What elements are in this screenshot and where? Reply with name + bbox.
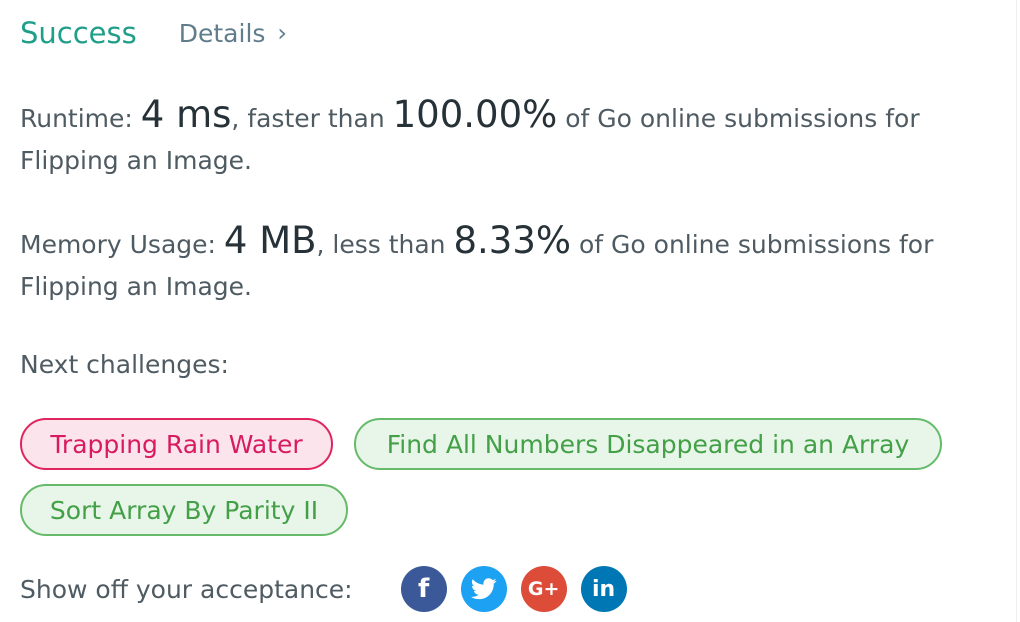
details-label: Details bbox=[178, 18, 266, 48]
linkedin-icon[interactable]: in bbox=[580, 566, 627, 612]
challenge-tag-trapping-rain-water[interactable]: Trapping Rain Water bbox=[20, 418, 333, 470]
twitter-bird-glyph bbox=[470, 578, 497, 600]
status-header: Success Details › bbox=[20, 14, 287, 52]
memory-stat: Memory Usage: 4 MB, less than 8.33% of G… bbox=[20, 220, 980, 308]
social-buttons: f G+ in bbox=[400, 566, 641, 612]
memory-mid: , less than bbox=[316, 230, 446, 259]
runtime-mid: , faster than bbox=[231, 104, 385, 133]
chevron-right-icon: › bbox=[277, 19, 288, 47]
challenge-tag-find-all-numbers[interactable]: Find All Numbers Disappeared in an Array bbox=[354, 418, 942, 470]
twitter-icon[interactable] bbox=[460, 566, 507, 612]
facebook-icon[interactable]: f bbox=[400, 566, 447, 612]
details-link[interactable]: Details › bbox=[179, 19, 287, 48]
memory-percent: 8.33% bbox=[453, 219, 572, 262]
runtime-label: Runtime: bbox=[20, 104, 133, 133]
next-challenges-label: Next challenges: bbox=[20, 350, 229, 379]
memory-label: Memory Usage: bbox=[20, 230, 216, 259]
runtime-value: 4 ms bbox=[140, 93, 232, 136]
share-label: Show off your acceptance: bbox=[20, 574, 353, 604]
memory-value: 4 MB bbox=[223, 219, 317, 262]
panel-divider bbox=[1016, 0, 1017, 622]
challenge-tag-sort-array-by-parity[interactable]: Sort Array By Parity II bbox=[20, 484, 348, 536]
runtime-percent: 100.00% bbox=[392, 93, 558, 136]
share-row: Show off your acceptance: f G+ in bbox=[20, 566, 641, 612]
runtime-stat: Runtime: 4 ms, faster than 100.00% of Go… bbox=[20, 94, 980, 182]
google-plus-icon[interactable]: G+ bbox=[520, 566, 567, 612]
submission-status: Success bbox=[20, 16, 137, 50]
